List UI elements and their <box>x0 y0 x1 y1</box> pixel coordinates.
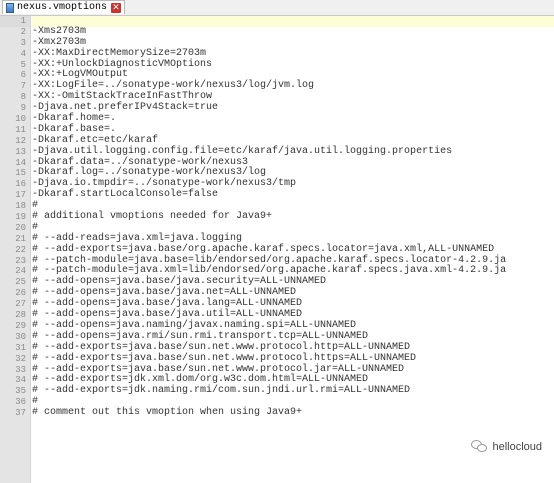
line-number: 35 <box>15 386 26 397</box>
line-number: 9 <box>20 103 26 114</box>
line-number: 6 <box>20 70 26 81</box>
line-number: 30 <box>15 331 26 342</box>
line-number: 22 <box>15 244 26 255</box>
watermark-text: hellocloud <box>492 440 542 453</box>
line-number: 28 <box>15 310 26 321</box>
code-line[interactable] <box>32 16 554 27</box>
line-number: 32 <box>15 353 26 364</box>
line-number: 37 <box>15 408 26 419</box>
line-number: 25 <box>15 277 26 288</box>
line-number: 23 <box>15 255 26 266</box>
editor-window: nexus.vmoptions ✕ 1 2 3 4 5 6 7 8 9 10 11 12 13 14 15 1… <box>0 0 554 483</box>
line-number: 24 <box>15 266 26 277</box>
line-number: 17 <box>15 190 26 201</box>
line-number: 5 <box>20 59 26 70</box>
line-number: 21 <box>15 233 26 244</box>
line-number: 3 <box>20 37 26 48</box>
line-number: 16 <box>15 179 26 190</box>
close-icon[interactable]: ✕ <box>111 2 122 13</box>
line-number: 1 <box>0 16 30 27</box>
line-number: 33 <box>15 364 26 375</box>
code-line[interactable]: # --add-exports=java.base/sun.net.www.pr… <box>32 353 554 365</box>
code-line[interactable]: -Dkaraf.startLocalConsole=false <box>32 189 554 201</box>
line-number: 4 <box>20 48 26 59</box>
text-editor[interactable]: 1 2 3 4 5 6 7 8 9 10 11 12 13 14 15 16 17 18 19 20 21 22 23 24 2… <box>0 16 554 483</box>
line-number: 34 <box>15 375 26 386</box>
line-number: 7 <box>20 81 26 92</box>
line-number: 2 <box>20 26 26 37</box>
tab-label: nexus.vmoptions <box>17 1 108 13</box>
code-area[interactable]: -Xms2703m -Xmx2703m -XX:MaxDirectMemorySiz… <box>32 16 554 483</box>
line-number: 10 <box>15 114 26 125</box>
line-number: 27 <box>15 299 26 310</box>
code-line[interactable]: -XX:MaxDirectMemorySize=2703m <box>32 48 554 60</box>
wechat-icon <box>471 440 488 453</box>
line-number: 36 <box>15 397 26 408</box>
tab-nexus-vmoptions[interactable]: nexus.vmoptions ✕ <box>2 0 126 14</box>
line-number: 31 <box>15 342 26 353</box>
code-line[interactable]: # --add-exports=java.base/sun.net.www.pr… <box>32 342 554 354</box>
line-number: 26 <box>15 288 26 299</box>
line-number: 18 <box>15 201 26 212</box>
line-number: 15 <box>15 168 26 179</box>
line-number: 14 <box>15 157 26 168</box>
line-number: 20 <box>15 222 26 233</box>
line-number: 29 <box>15 320 26 331</box>
line-number: 13 <box>15 146 26 157</box>
code-line[interactable]: # --add-exports=java.base/org.apache.kar… <box>32 244 554 256</box>
code-line[interactable]: # comment out this vmoption when using J… <box>32 407 554 419</box>
line-number: 12 <box>15 135 26 146</box>
code-line[interactable]: # --add-exports=jdk.naming.rmi/com.sun.j… <box>32 385 554 397</box>
code-line[interactable]: -Djava.util.logging.config.file=etc/kara… <box>32 146 554 158</box>
code-line[interactable]: # additional vmoptions needed for Java9+ <box>32 211 554 223</box>
line-number-gutter: 1 2 3 4 5 6 7 8 9 10 11 12 13 14 15 16 17 18 19 20 21 22 23 24 2… <box>0 16 31 483</box>
line-number: 8 <box>20 92 26 103</box>
code-line[interactable]: -Xms2703m <box>32 26 554 38</box>
file-icon <box>6 2 14 13</box>
watermark: hellocloud <box>467 438 546 455</box>
tab-bar: nexus.vmoptions ✕ <box>0 0 554 16</box>
line-number: 19 <box>15 212 26 223</box>
line-number: 11 <box>15 124 26 135</box>
